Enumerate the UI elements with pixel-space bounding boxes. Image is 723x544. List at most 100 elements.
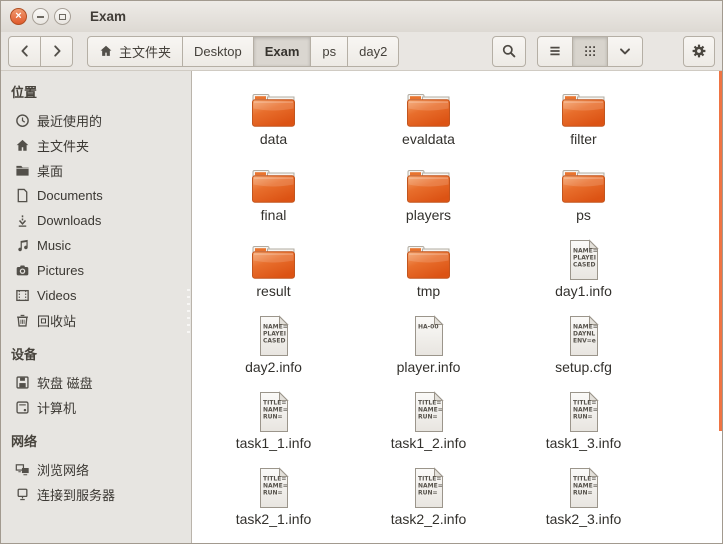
- sidebar-item-label: 最近使用的: [37, 111, 102, 130]
- breadcrumb-item-主文件夹[interactable]: 主文件夹: [87, 36, 183, 67]
- sidebar-item-软盘 磁盘[interactable]: 软盘 磁盘: [1, 370, 191, 395]
- network-icon: [14, 462, 30, 478]
- file-task1_1.info[interactable]: TITLE=NAME=RUN=task1_1.info: [196, 389, 351, 465]
- toolbar: 主文件夹DesktopExampsday2: [1, 32, 722, 71]
- folder-data[interactable]: data: [196, 85, 351, 161]
- sidebar-item-label: Downloads: [37, 213, 101, 228]
- chevron-right-icon: [49, 43, 65, 59]
- folder-players[interactable]: players: [351, 161, 506, 237]
- svg-text:NAME=: NAME=: [263, 324, 288, 331]
- svg-text:TITLE=: TITLE=: [418, 476, 441, 483]
- file-player.info[interactable]: HA-00player.info: [351, 313, 506, 389]
- breadcrumb-item-Exam[interactable]: Exam: [253, 36, 312, 67]
- svg-text:NAME=: NAME=: [418, 483, 443, 490]
- search-button[interactable]: [492, 36, 526, 67]
- text-file-icon: TITLE=NAME=RUN=: [567, 467, 601, 509]
- sidebar-item-label: Documents: [37, 188, 103, 203]
- breadcrumb-item-day2[interactable]: day2: [347, 36, 399, 67]
- svg-text:PLAYEI: PLAYEI: [263, 331, 286, 338]
- sidebar-item-回收站[interactable]: 回收站: [1, 308, 191, 333]
- maximize-button[interactable]: [54, 8, 71, 25]
- file-day1.info[interactable]: NAME=PLAYEICASEDday1.info: [506, 237, 661, 313]
- text-file-icon: HA-00: [412, 315, 446, 357]
- folder-evaldata[interactable]: evaldata: [351, 85, 506, 161]
- computer-icon: [14, 400, 30, 416]
- grid-view-button[interactable]: [572, 36, 608, 67]
- sidebar-item-Documents[interactable]: Documents: [1, 183, 191, 208]
- file-name: day1.info: [555, 283, 612, 299]
- sidebar-item-主文件夹[interactable]: 主文件夹: [1, 133, 191, 158]
- svg-text:CASED: CASED: [573, 262, 595, 269]
- download-icon: [14, 213, 30, 229]
- svg-text:RUN=: RUN=: [573, 414, 593, 421]
- svg-text:NAME=: NAME=: [573, 483, 598, 490]
- sidebar-sections: 位置最近使用的主文件夹桌面 Documents Downloads MusicPict…: [1, 71, 191, 507]
- home-icon: [99, 44, 113, 58]
- breadcrumb-item-Desktop[interactable]: Desktop: [182, 36, 254, 67]
- text-file-icon: TITLE=NAME=RUN=: [412, 467, 446, 509]
- folder-icon: [405, 87, 452, 129]
- file-task2_1.info[interactable]: TITLE=NAME=RUN=task2_1.info: [196, 465, 351, 541]
- text-file-icon: TITLE=NAME=RUN=: [257, 467, 291, 509]
- sidebar-item-label: 软盘 磁盘: [37, 373, 93, 392]
- svg-text:NAME=: NAME=: [573, 324, 598, 331]
- breadcrumb-item-ps[interactable]: ps: [310, 36, 348, 67]
- camera-icon: [14, 263, 30, 279]
- server-icon: [14, 487, 30, 503]
- file-task1_2.info[interactable]: TITLE=NAME=RUN=task1_2.info: [351, 389, 506, 465]
- folder-tmp[interactable]: tmp: [351, 237, 506, 313]
- home-icon: [14, 138, 30, 154]
- sidebar-item-label: 桌面: [37, 161, 63, 180]
- folder-final[interactable]: final: [196, 161, 351, 237]
- text-file-icon: TITLE=NAME=RUN=: [412, 391, 446, 433]
- folder-icon: [560, 87, 607, 129]
- sidebar-item-Videos[interactable]: Videos: [1, 283, 191, 308]
- maximize-icon: [59, 14, 66, 20]
- file-task2_2.info[interactable]: TITLE=NAME=RUN= task2_2.info: [351, 465, 506, 541]
- sidebar-item-桌面[interactable]: 桌面: [1, 158, 191, 183]
- sidebar-item-Music[interactable]: Music: [1, 233, 191, 258]
- back-button[interactable]: [8, 36, 41, 67]
- sidebar-item-连接到服务器[interactable]: 连接到服务器: [1, 482, 191, 507]
- close-icon: ×: [15, 11, 21, 22]
- file-name: players: [406, 207, 451, 223]
- titlebar: × Exam: [1, 1, 722, 32]
- file-setup.cfg[interactable]: NAME=DAYNLENV=esetup.cfg: [506, 313, 661, 389]
- sidebar-item-Downloads[interactable]: Downloads: [1, 208, 191, 233]
- svg-text:ENV=e: ENV=e: [573, 338, 596, 345]
- sidebar-item-计算机[interactable]: 计算机: [1, 395, 191, 420]
- file-name: final: [261, 207, 287, 223]
- sidebar-item-最近使用的[interactable]: 最近使用的: [1, 108, 191, 133]
- forward-button[interactable]: [40, 36, 73, 67]
- chevron-left-icon: [17, 43, 33, 59]
- sidebar-item-Pictures[interactable]: Pictures: [1, 258, 191, 283]
- close-button[interactable]: ×: [10, 8, 27, 25]
- sidebar-section-header: 网络: [1, 420, 191, 457]
- svg-text:RUN=: RUN=: [263, 414, 283, 421]
- svg-text:TITLE=: TITLE=: [263, 476, 286, 483]
- svg-text:RUN=: RUN=: [263, 490, 283, 497]
- view-options-dropdown[interactable]: [607, 36, 643, 67]
- sidebar-section-header: 位置: [1, 71, 191, 108]
- svg-text:TITLE=: TITLE=: [573, 476, 596, 483]
- file-task1_3.info[interactable]: TITLE=NAME=RUN=task1_3.info: [506, 389, 661, 465]
- file-task2_3.info[interactable]: TITLE=NAME=RUN=task2_3.info: [506, 465, 661, 541]
- list-view-button[interactable]: [537, 36, 573, 67]
- file-name: task2_2.info: [391, 511, 467, 527]
- folder-ps[interactable]: ps: [506, 161, 661, 237]
- file-day2.info[interactable]: NAME=PLAYEICASEDday2.info: [196, 313, 351, 389]
- grid-icon: [582, 43, 598, 59]
- folder-filter[interactable]: filter: [506, 85, 661, 161]
- nav-buttons: [8, 36, 73, 67]
- scrollbar-thumb[interactable]: [719, 71, 722, 431]
- menu-button[interactable]: [683, 36, 715, 67]
- file-grid: dataevaldatafilter final players ps resulttm…: [196, 85, 661, 541]
- svg-text:RUN=: RUN=: [418, 490, 438, 497]
- sidebar-item-label: Videos: [37, 288, 77, 303]
- recent-icon: [14, 113, 30, 129]
- folder-result[interactable]: result: [196, 237, 351, 313]
- pane-resize-handle[interactable]: [187, 289, 190, 333]
- sidebar-item-浏览网络[interactable]: 浏览网络: [1, 457, 191, 482]
- svg-text:NAME=: NAME=: [263, 483, 288, 490]
- minimize-button[interactable]: [32, 8, 49, 25]
